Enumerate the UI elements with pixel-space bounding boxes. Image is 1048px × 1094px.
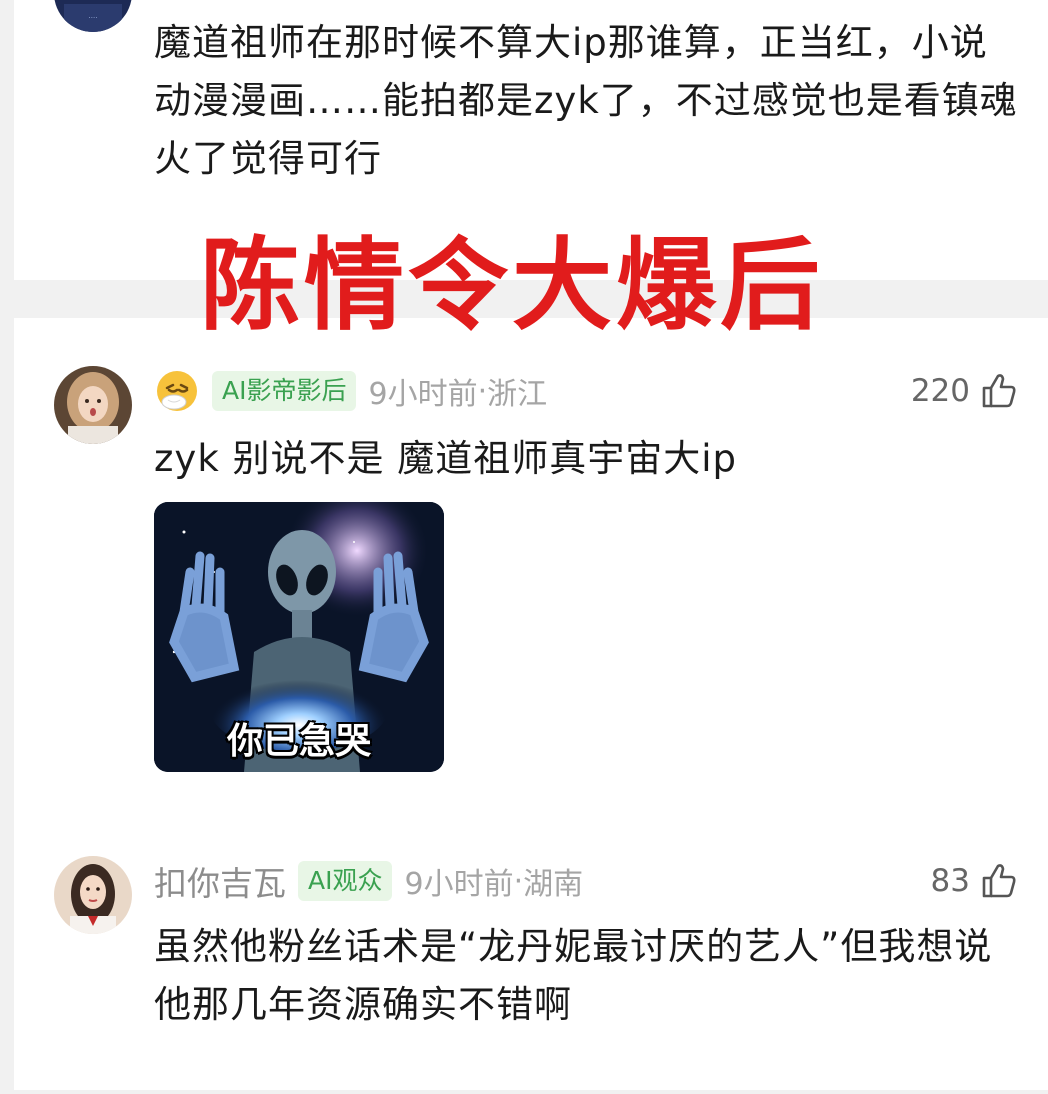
- location: 湖南: [523, 867, 584, 902]
- comment-text: zyk 别说不是 魔道祖师真宇宙大ip: [154, 437, 738, 480]
- like-button[interactable]: 83: [931, 858, 1020, 904]
- comment-text: 魔道祖师在那时候不算大ip那谁算，正当红，小说动漫漫画……能拍都是zyk了，不过…: [154, 21, 1018, 180]
- comment-meta: AI影帝影后 9小时前 · 浙江: [154, 368, 547, 414]
- user-badge: AI影帝影后: [212, 371, 357, 411]
- timestamp: 9小时前: [368, 377, 478, 412]
- like-count: 83: [930, 863, 970, 899]
- like-count: 220: [910, 373, 970, 409]
- user-badge: AI观众: [298, 861, 393, 901]
- comment-list: AI影帝影后 9小时前 · 浙江 220 zyk 别说不是 魔道祖师真宇宙大ip: [14, 318, 1048, 1090]
- avatar[interactable]: ····: [54, 0, 132, 32]
- image-caption: 你已急哭: [226, 721, 371, 762]
- thumbs-up-icon: [982, 374, 1016, 408]
- avatar[interactable]: [54, 366, 132, 444]
- username[interactable]: 扣你吉瓦: [154, 857, 286, 905]
- meta-separator: ·: [513, 863, 524, 899]
- thumbs-up-icon: [982, 864, 1016, 898]
- sneezing-face-emoji-icon: [157, 371, 197, 411]
- like-button[interactable]: 220: [911, 368, 1020, 414]
- comment-feed: ···· 魔道祖师在那时候不算大ip那谁算，正当红，小说动漫漫画……能拍都是zy…: [0, 0, 1048, 1094]
- meta-separator: ·: [477, 373, 488, 409]
- comment-image[interactable]: 你已急哭: [154, 502, 444, 772]
- svg-text:····: ····: [89, 14, 98, 22]
- overlay-banner: 陈情令大爆后: [200, 227, 824, 344]
- avatar[interactable]: [54, 856, 132, 934]
- comment-meta: 扣你吉瓦 AI观众 9小时前 · 湖南: [154, 858, 583, 904]
- comment-text: 虽然他粉丝话术是“龙丹妮最讨厌的艺人”但我想说他那几年资源确实不错啊: [154, 925, 993, 1026]
- location: 浙江: [487, 377, 548, 412]
- timestamp: 9小时前: [404, 867, 514, 902]
